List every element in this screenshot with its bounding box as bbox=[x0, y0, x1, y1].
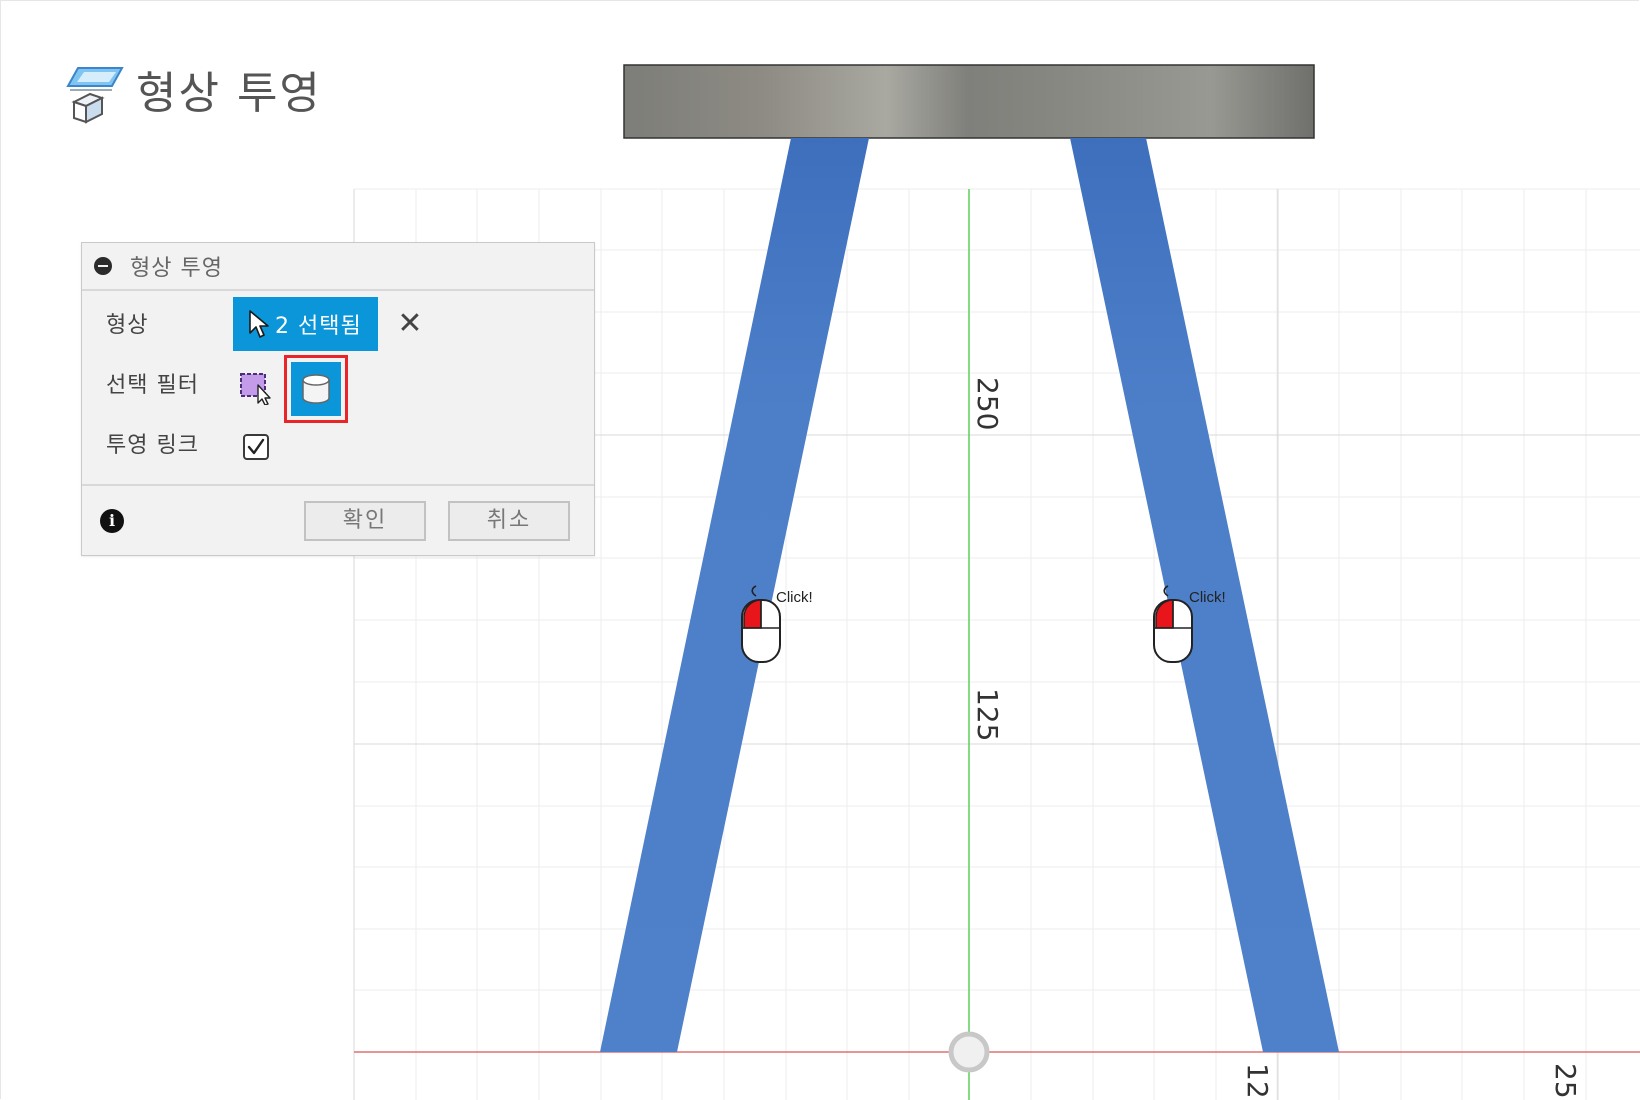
checkmark-icon bbox=[247, 438, 265, 455]
click-hint-label: Click! bbox=[776, 589, 813, 606]
axis-label-250: 250 bbox=[1549, 1063, 1582, 1100]
page-title: 형상 투영 bbox=[136, 68, 322, 119]
dialog-title: 형상 투영 bbox=[130, 256, 223, 281]
origin-point-icon[interactable] bbox=[948, 1031, 990, 1073]
geometry-label: 형상 bbox=[106, 313, 149, 338]
selection-count: 2 선택됨 bbox=[275, 314, 362, 339]
face-filter-icon[interactable] bbox=[238, 371, 272, 405]
geometry-selection-button[interactable]: 2 선택됨 bbox=[233, 297, 378, 351]
left-leg-body[interactable] bbox=[600, 138, 869, 1052]
dimension-label-250: 250 bbox=[971, 377, 1004, 430]
top-plate-body[interactable] bbox=[623, 64, 1315, 139]
projection-link-label: 투영 링크 bbox=[106, 433, 199, 458]
body-filter-highlight bbox=[284, 355, 348, 423]
dimension-label-125: 125 bbox=[971, 688, 1004, 741]
collapse-icon[interactable] bbox=[94, 257, 112, 275]
page-title-block: 형상 투영 bbox=[62, 64, 322, 124]
cursor-icon bbox=[249, 310, 269, 338]
project-geometry-icon bbox=[66, 67, 124, 124]
cancel-button[interactable]: 취소 bbox=[448, 501, 570, 541]
projection-link-checkbox[interactable] bbox=[243, 434, 269, 460]
body-cylinder-icon bbox=[302, 374, 330, 404]
dialog-divider bbox=[82, 484, 594, 486]
axis-label-125: 125 bbox=[1241, 1063, 1274, 1100]
dialog-header[interactable]: 형상 투영 bbox=[82, 243, 594, 291]
project-dialog: 형상 투영 형상 2 선택됨 ✕ 선택 필터 투영 링크 i 확인 취소 bbox=[81, 242, 595, 556]
info-icon[interactable]: i bbox=[100, 509, 124, 533]
body-filter-button[interactable] bbox=[291, 362, 341, 416]
click-hint-label: Click! bbox=[1189, 589, 1226, 606]
clear-selection-icon[interactable]: ✕ bbox=[397, 309, 423, 339]
selection-filter-label: 선택 필터 bbox=[106, 373, 199, 398]
ok-button[interactable]: 확인 bbox=[304, 501, 426, 541]
